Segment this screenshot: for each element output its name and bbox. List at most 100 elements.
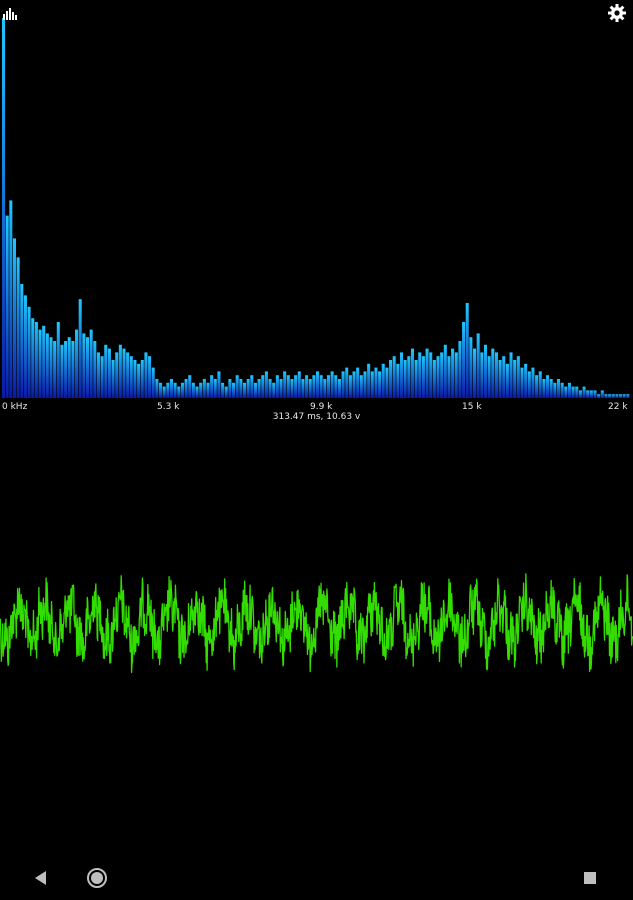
waveform-chart [0, 573, 633, 674]
spectrum-bar [257, 379, 261, 398]
spectrum-bar [301, 379, 305, 398]
spectrum-bar [155, 379, 159, 398]
spectrum-bar [199, 382, 203, 398]
spectrum-bar [567, 382, 571, 398]
spectrum-bar [414, 360, 418, 398]
spectrum-bar [425, 348, 429, 398]
spectrum-bar [242, 382, 247, 398]
spectrum-bar [502, 356, 506, 398]
spectrum-bar [378, 371, 382, 398]
spectrum-bar [111, 360, 115, 398]
status-readout: 313.47 ms, 10.63 v [272, 412, 361, 422]
spectrum-bar [509, 352, 513, 398]
spectrum-bar [279, 379, 283, 398]
spectrum-bar [305, 375, 309, 398]
spectrum-bar [144, 352, 148, 398]
spectrum-bar [286, 375, 290, 398]
spectrum-bar [410, 348, 414, 398]
spectrum-bar [615, 394, 619, 398]
spectrum-bar [473, 348, 477, 398]
spectrum-bar [126, 352, 130, 398]
spectrum-bar [261, 375, 265, 398]
spectrum-bar [389, 360, 393, 398]
spectrum-bar [323, 379, 327, 398]
spectrum-bar [173, 382, 177, 398]
spectrum-bar [363, 371, 367, 398]
spectrum-bar [622, 394, 626, 398]
spectrum-bar [531, 367, 535, 398]
spectrum-bar [491, 348, 495, 398]
spectrum-bar [593, 390, 597, 398]
spectrum-bar [549, 379, 553, 398]
spectrum-bar [345, 367, 349, 398]
spectrum-bar [586, 390, 590, 398]
spectrum-bar [458, 341, 462, 398]
spectrum-bar [228, 379, 232, 398]
spectrum-bar [239, 379, 243, 398]
spectrum-bar [524, 363, 528, 398]
spectrum-bar [140, 360, 144, 398]
spectrum-bar [224, 386, 228, 398]
spectrum-bar [177, 386, 181, 398]
spectrum-bar [608, 394, 612, 398]
spectrum-bar [553, 382, 557, 398]
spectrum-bar [326, 375, 330, 398]
spectrum-bar [221, 382, 225, 398]
spectrum-bar [564, 386, 568, 398]
spectrum-bar [60, 344, 64, 398]
spectrum-bar [31, 318, 35, 398]
spectrum-bar [49, 337, 53, 398]
spectrum-bar [454, 352, 458, 398]
spectrum-bar [443, 344, 447, 398]
spectrum-bar [151, 367, 155, 398]
spectrum-bar [418, 352, 422, 398]
spectrum-bar [308, 379, 312, 398]
spectrum-bar [78, 299, 82, 398]
x-tick-label-0: 0 kHz [2, 402, 28, 412]
spectrum-bar [597, 394, 601, 398]
spectrum-bar [290, 379, 294, 398]
spectrum-bar [294, 375, 298, 398]
spectrum-bar [542, 379, 546, 398]
spectrum-bar [23, 295, 27, 398]
spectrum-bar [527, 371, 531, 398]
back-triangle-icon[interactable] [28, 866, 54, 890]
spectrum-bar [213, 379, 217, 398]
spectrum-bar [600, 390, 604, 398]
spectrum-bar [104, 344, 108, 398]
spectrum-bar [334, 375, 338, 398]
spectrum-bar [505, 363, 509, 398]
spectrum-bar [169, 379, 173, 398]
spectrum-bar [469, 337, 473, 398]
spectrum-bar [85, 337, 90, 398]
spectrum-bar [64, 341, 68, 398]
spectrum-bar [129, 356, 133, 398]
spectrum-bar [498, 360, 502, 398]
spectrum-bar [330, 371, 334, 398]
top-toolbar [0, 0, 633, 30]
home-circle-icon[interactable] [84, 866, 110, 890]
spectrum-bar [604, 394, 608, 398]
spectrum-bar [626, 394, 630, 398]
spectrum-bar [421, 356, 425, 398]
spectrum-bar [235, 375, 239, 398]
gear-icon[interactable] [607, 3, 627, 23]
spectrum-bar [206, 382, 210, 398]
spectrum-bar [122, 348, 126, 398]
spectrum-bar [494, 352, 498, 398]
spectrum-bar [42, 325, 46, 398]
spectrum-bar [34, 322, 38, 398]
spectrum-bar [367, 363, 371, 398]
spectrum-bar [535, 375, 539, 398]
recents-square-icon[interactable] [577, 866, 603, 890]
spectrum-bar [115, 352, 119, 398]
spectrum-bar [556, 379, 561, 398]
spectrum-bar [436, 356, 440, 398]
spectrum-bar [217, 371, 221, 398]
system-nav-bar [0, 856, 633, 900]
spectrum-bar [75, 329, 79, 398]
spectrum-bar [447, 356, 451, 398]
bar-chart-icon[interactable] [2, 4, 22, 24]
spectrum-bar [38, 329, 42, 398]
spectrum-bar [578, 390, 582, 398]
